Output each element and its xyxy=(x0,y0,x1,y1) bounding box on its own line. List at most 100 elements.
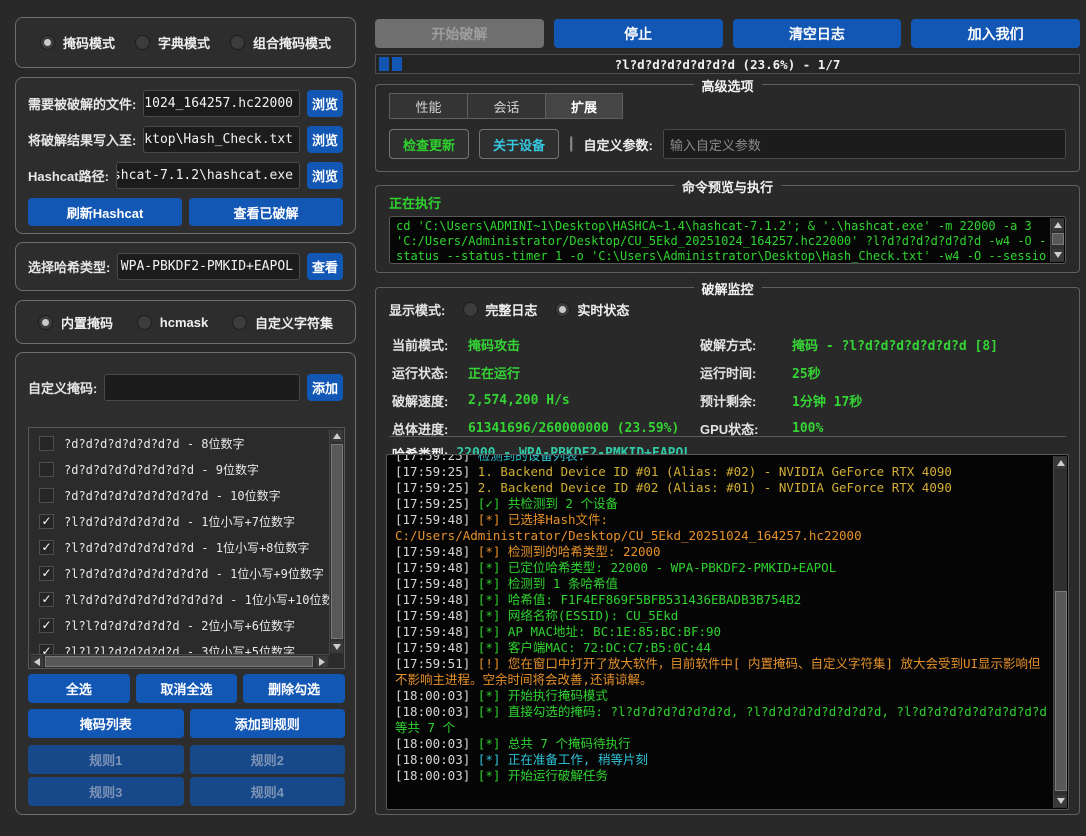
stop-button[interactable]: 停止 xyxy=(554,19,723,48)
command-console-vthumb[interactable] xyxy=(1052,233,1064,245)
scroll-up-icon[interactable] xyxy=(1055,457,1067,469)
mask-list-item[interactable]: ?l?l?d?d?d?d?d?d - 2位小写+6位数字 xyxy=(29,612,329,638)
deselect-all-button[interactable]: 取消全选 xyxy=(136,674,238,703)
delete-checked-button[interactable]: 删除勾选 xyxy=(243,674,345,703)
mask-list-item[interactable]: ?d?d?d?d?d?d?d?d - 8位数字 xyxy=(29,430,329,456)
hash-type-label: 选择哈希类型: xyxy=(28,257,110,276)
browse-hash-file-button[interactable]: 浏览 xyxy=(307,90,343,117)
radio-hcmask-circle[interactable] xyxy=(137,315,152,330)
mask-checkbox[interactable] xyxy=(39,540,54,555)
tab-extension[interactable]: 扩展 xyxy=(545,93,623,119)
view-hash-types-button[interactable]: 查看 xyxy=(307,253,343,280)
check-update-button[interactable]: 检查更新 xyxy=(389,129,469,159)
scroll-up-icon[interactable] xyxy=(331,430,343,442)
radio-realtime-status-circle[interactable] xyxy=(555,302,570,317)
tab-performance[interactable]: 性能 xyxy=(389,93,467,119)
rule2-button[interactable]: 规则2 xyxy=(190,745,346,774)
mask-list-item[interactable]: ?l?d?d?d?d?d?d?d?d?d?d - 1位小写+10位数字 xyxy=(29,586,329,612)
radio-builtin-mask-circle[interactable] xyxy=(38,315,53,330)
clear-log-button[interactable]: 清空日志 xyxy=(733,19,902,48)
log-vscrollbar[interactable] xyxy=(1053,456,1067,808)
select-all-button[interactable]: 全选 xyxy=(28,674,130,703)
scroll-left-icon[interactable] xyxy=(31,656,43,667)
radio-mask-mode-circle[interactable] xyxy=(40,35,55,50)
log-line: [18:00:03] [*] 开始执行掩码模式 xyxy=(395,688,1048,704)
custom-param-input[interactable]: 输入自定义参数 xyxy=(663,129,1066,159)
scroll-up-icon[interactable] xyxy=(1052,219,1064,231)
mask-checkbox[interactable] xyxy=(39,618,54,633)
log-timestamp: [18:00:03] xyxy=(395,736,470,751)
command-console[interactable]: cd 'C:\Users\ADMINI~1\Desktop\HASHCA~1.4… xyxy=(389,216,1066,264)
radio-combo-mode-circle[interactable] xyxy=(230,35,245,50)
mask-list-button[interactable]: 掩码列表 xyxy=(28,709,184,738)
about-device-button[interactable]: 关于设备 xyxy=(479,129,559,159)
mask-checkbox[interactable] xyxy=(39,436,54,451)
mask-listbox[interactable]: ?d?d?d?d?d?d?d?d - 8位数字 ?d?d?d?d?d?d?d?d… xyxy=(28,427,345,669)
mask-list-item[interactable]: ?l?d?d?d?d?d?d?d?d?d - 1位小写+9位数字 xyxy=(29,560,329,586)
radio-custom-charset[interactable]: 自定义字符集 xyxy=(232,313,333,332)
mask-list-hscrollbar[interactable] xyxy=(30,654,329,667)
custom-mask-input[interactable] xyxy=(104,374,300,401)
tab-session[interactable]: 会话 xyxy=(467,93,545,119)
add-to-rules-button[interactable]: 添加到规则 xyxy=(190,709,346,738)
stat-value: 61341696/260000000 (23.59%) xyxy=(468,421,700,436)
rule4-button[interactable]: 规则4 xyxy=(190,777,346,806)
radio-mask-mode[interactable]: 掩码模式 xyxy=(40,33,115,52)
mask-checkbox[interactable] xyxy=(39,514,54,529)
crack-monitor-group: 破解监控 显示模式: 完整日志 实时状态 当前模式: 掩码攻击 破解方式: 掩码… xyxy=(375,287,1080,815)
stat-value: 25秒 xyxy=(792,363,1079,382)
log-console[interactable]: [17:59:25] 检测到的设备列表: [17:59:25] 1. Backe… xyxy=(386,454,1069,810)
view-cracked-button[interactable]: 查看已破解 xyxy=(189,198,343,226)
mask-checkbox[interactable] xyxy=(39,644,54,655)
mask-list-item[interactable]: ?d?d?d?d?d?d?d?d?d?d - 10位数字 xyxy=(29,482,329,508)
mask-checkbox[interactable] xyxy=(39,566,54,581)
scroll-right-icon[interactable] xyxy=(316,656,328,667)
radio-builtin-mask[interactable]: 内置掩码 xyxy=(38,313,113,332)
scroll-down-icon[interactable] xyxy=(1052,249,1064,261)
mask-item-label: ?d?d?d?d?d?d?d?d?d?d - 10位数字 xyxy=(64,487,281,504)
start-crack-button[interactable]: 开始破解 xyxy=(375,19,544,48)
rule3-button[interactable]: 规则3 xyxy=(28,777,184,806)
log-timestamp: [17:59:48] xyxy=(395,560,470,575)
scroll-down-icon[interactable] xyxy=(1055,795,1067,807)
log-message: 1. Backend Device ID #01 (Alias: #02) - … xyxy=(478,464,952,479)
scroll-down-icon[interactable] xyxy=(331,641,343,653)
add-mask-button[interactable]: 添加 xyxy=(307,374,343,401)
mask-list-item[interactable]: ?l?d?d?d?d?d?d?d?d - 1位小写+8位数字 xyxy=(29,534,329,560)
output-file-input[interactable]: \Desktop\Hash_Check.txt xyxy=(143,126,300,153)
mask-list-vscrollbar[interactable] xyxy=(329,429,343,654)
mask-checkbox[interactable] xyxy=(39,462,54,477)
radio-full-log-circle[interactable] xyxy=(463,302,478,317)
radio-full-log[interactable]: 完整日志 xyxy=(463,300,537,319)
hash-type-input[interactable]: 0 - WPA-PBKDF2-PMKID+EAPOL xyxy=(117,253,300,280)
command-console-vscrollbar[interactable] xyxy=(1050,218,1064,262)
radio-realtime-status[interactable]: 实时状态 xyxy=(555,300,629,319)
stat-label: 总体进度: xyxy=(392,419,468,438)
mask-checkbox[interactable] xyxy=(39,488,54,503)
mask-list-vthumb[interactable] xyxy=(331,444,343,639)
radio-custom-charset-circle[interactable] xyxy=(232,315,247,330)
log-line: [18:00:03] [*] 正在准备工作, 稍等片刻 xyxy=(395,752,1048,768)
browse-hashcat-path-button[interactable]: 浏览 xyxy=(307,162,343,189)
log-vthumb[interactable] xyxy=(1055,591,1067,791)
mask-list-hthumb[interactable] xyxy=(45,656,313,667)
mask-checkbox[interactable] xyxy=(39,592,54,607)
radio-dict-mode-circle[interactable] xyxy=(135,35,150,50)
radio-dict-mode[interactable]: 字典模式 xyxy=(135,33,210,52)
mask-list-item[interactable]: ?l?l?l?d?d?d?d?d - 3位小写+5位数字 xyxy=(29,638,329,654)
mask-item-label: ?d?d?d?d?d?d?d?d?d - 9位数字 xyxy=(64,461,259,478)
hashcat-path-input[interactable]: \hashcat-7.1.2\hashcat.exe xyxy=(116,162,300,189)
join-us-button[interactable]: 加入我们 xyxy=(911,19,1080,48)
rule1-button[interactable]: 规则1 xyxy=(28,745,184,774)
browse-output-file-button[interactable]: 浏览 xyxy=(307,126,343,153)
log-message: [*] 检测到的哈希类型: 22000 xyxy=(478,544,661,559)
refresh-hashcat-button[interactable]: 刷新Hashcat xyxy=(28,198,182,226)
mask-list-item[interactable]: ?d?d?d?d?d?d?d?d?d - 9位数字 xyxy=(29,456,329,482)
command-line: cd 'C:\Users\ADMINI~1\Desktop\HASHCA~1.4… xyxy=(396,219,1047,234)
hash-file-input[interactable]: 20251024_164257.hc22000 xyxy=(143,90,300,117)
radio-hcmask[interactable]: hcmask xyxy=(137,315,208,330)
log-message: 检测到的设备列表: xyxy=(478,454,586,463)
radio-combo-mode[interactable]: 组合掩码模式 xyxy=(230,33,331,52)
command-line: status --status-timer 1 -o 'C:\Users\Adm… xyxy=(396,249,1047,264)
mask-list-item[interactable]: ?l?d?d?d?d?d?d?d - 1位小写+7位数字 xyxy=(29,508,329,534)
